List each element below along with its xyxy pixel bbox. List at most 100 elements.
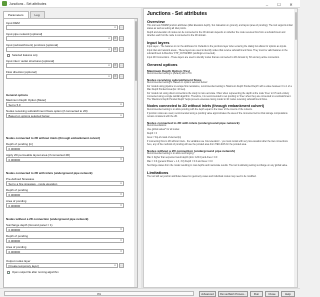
depth-ponding-input-3[interactable]: 0.000000 ⇕ [6,238,124,243]
select-inlets-button[interactable]: … [119,63,124,68]
chevron-down-icon: ▾ [108,37,110,40]
help-title: Junctions - Set attributes [147,11,208,17]
chevron-down-icon: ▾ [108,48,110,51]
parameters-scrollbar[interactable] [134,19,137,287]
help-text: For models using pipeline to escape flow… [147,86,292,91]
help-text: The tool will set junction attributes ba… [147,176,257,178]
button-bar: 0% Advanced Run as Batch Process... Run … [0,288,300,297]
help-text: Depth = 0 [147,133,158,135]
help-text: Depth and elevation of nodes can be conn… [147,32,286,37]
help-text: Input inlet and network areas - These la… [147,50,288,55]
tab-log[interactable]: Log [29,11,45,18]
help-text: Surcharge states from the model resultin… [147,165,288,167]
depth-ponding-input-2[interactable]: 0.000000 ⇕ [6,192,124,197]
nodes-receiving-combo[interactable]: Based on options selected below ▾ [6,113,124,118]
advanced-button[interactable]: Advanced [199,290,216,297]
help-text: This tool sets SWMM junction attributes … [147,25,293,30]
help-text: Input Layer - The features to run the at… [147,46,287,48]
selected-only-checkbox[interactable] [7,53,10,57]
select-pipe-button[interactable]: … [119,36,124,41]
help-text: Recommended setting is to allow surcharg… [147,153,194,155]
title-bar: Junctions - Set attributes – ☐ ✕ [0,0,300,8]
scrollbar-thumb[interactable] [294,12,297,40]
help-subheading: Nodes receiving subcatchment flows [147,77,202,82]
inlet-structures-combo[interactable]: ▾ [6,63,112,68]
qgis-app-icon [2,1,7,6]
help-text: If junction nodes are used, recommended … [147,113,288,118]
output-layer-combo[interactable]: [Create temporary layer] ▾ [6,263,118,268]
help-text: Recommendations: [147,125,167,127]
spin-arrows-icon: ⇕ [119,204,123,207]
help-text: Max = 0.0 (general Power + 1.0, 3.0) Dep… [147,161,213,163]
help-input-heading: Input layers [147,40,170,45]
help-scrollbar[interactable] [294,9,297,287]
section-2d-no-inlets-heading: Nodes connected to 2D without inlets (th… [6,136,101,140]
area-ponding-input-1[interactable]: 0.000000 ⇕ [6,203,124,208]
open-output-label: Open output file after running algorithm [12,271,59,274]
help-subheading: Nodes connected to 2D with inlets (under… [147,120,240,125]
iterate-junctions-button[interactable]: ⟳ [113,47,118,52]
help-general-heading: General options [147,62,178,67]
flow-direction-combo[interactable]: ▾ [6,74,112,79]
output-options-button[interactable]: … [119,263,124,268]
tab-bar: Parameters Log [3,11,46,19]
help-button[interactable]: Help [281,290,295,297]
help-text: Input 2D Connections - These layers are … [147,57,280,59]
chevron-down-icon: ▾ [120,182,122,185]
select-junctions-button[interactable]: … [119,47,124,52]
pipe-network-combo[interactable]: ▾ [6,36,112,41]
junctions-combo[interactable]: ▾ [6,47,112,52]
selected-only-label: Selected features only [12,53,38,57]
help-subheading: Maximum Depth Option (Yes) [147,68,190,73]
iterate-button[interactable]: ⟳ [113,36,118,41]
input-dem-combo[interactable]: ▾ [6,25,118,30]
select-flow-button[interactable]: … [119,74,124,79]
sinewave-combo[interactable]: Set to a fine sinewave - mode elevation ▾ [6,181,124,186]
permeable-area-input[interactable]: 0.000000 ⇕ [6,157,124,162]
close-button[interactable]: Close [265,290,279,297]
run-batch-button[interactable]: Run as Batch Process... [218,290,248,297]
help-overview-heading: Overview [147,19,165,24]
help-text: Use global values* for all nodes: [147,129,180,131]
chevron-down-icon: ▾ [114,264,116,267]
parameters-scroll-area[interactable]: Input DEM ▾ … Input pipe network [option… [3,18,138,288]
spin-arrows-icon: ⇕ [119,158,123,161]
max-depth-combo[interactable]: Set to 5.0 ▾ [6,102,124,107]
section-2d-inlets-heading: Nodes connected to 2D with inlets (under… [6,171,93,175]
surcharge-depth-input[interactable]: 0.000000 ⇕ [6,227,124,232]
scrollbar-thumb[interactable] [134,21,137,81]
help-panel: Junctions - Set attributes Overview This… [143,8,298,288]
help-text: Recommended setting is 'Based on options… [147,82,209,84]
help-nodes2d-heading: Nodes connected to 2D without inlets (th… [147,104,265,108]
maximize-button[interactable]: ☐ [274,1,284,7]
spin-arrows-icon: ⇕ [119,228,123,231]
spin-arrows-icon: ⇕ [119,147,123,150]
parameters-panel: Parameters Log Input DEM ▾ … Input pipe … [0,8,141,288]
window-title: Junctions - Set attributes [9,1,47,6]
chevron-down-icon: ▾ [114,26,116,29]
chevron-down-icon: ▾ [120,114,122,117]
chevron-down-icon: ▾ [108,75,110,78]
help-limitations-heading: Limitations [147,170,169,175]
help-text: Recommended setting is (default) set to … [147,73,193,75]
area-ponding-input-2[interactable]: 0.000000 ⇕ [6,249,124,254]
spin-arrows-icon: ⇕ [119,250,123,253]
iterate-inlets-button[interactable]: ⟳ [113,63,118,68]
select-dem-button[interactable]: … [119,25,124,30]
minimize-button[interactable]: – [262,1,272,7]
help-text: For models not using direct connections … [147,93,292,101]
general-options-heading: General options [6,93,29,97]
progress-label: 0% [97,292,102,296]
depth-ponding-input-1[interactable]: 0.000000 ⇕ [6,146,124,151]
iterate-flow-button[interactable]: ⟳ [113,74,118,79]
help-text: If connecting flow to 2D without inlets … [147,141,288,146]
chevron-down-icon: ▾ [108,64,110,67]
chevron-down-icon: ▾ [120,103,122,106]
open-output-checkbox[interactable] [7,271,11,275]
close-window-button[interactable]: ✕ [286,1,296,7]
spin-arrows-icon: ⇕ [119,193,123,196]
run-button[interactable]: Run [250,290,263,297]
help-text: Recommended setting is to allow ponding … [147,109,253,111]
spin-arrows-icon: ⇕ [119,239,123,242]
help-subheading: Nodes without a 2D connection (undergrou… [147,148,236,153]
